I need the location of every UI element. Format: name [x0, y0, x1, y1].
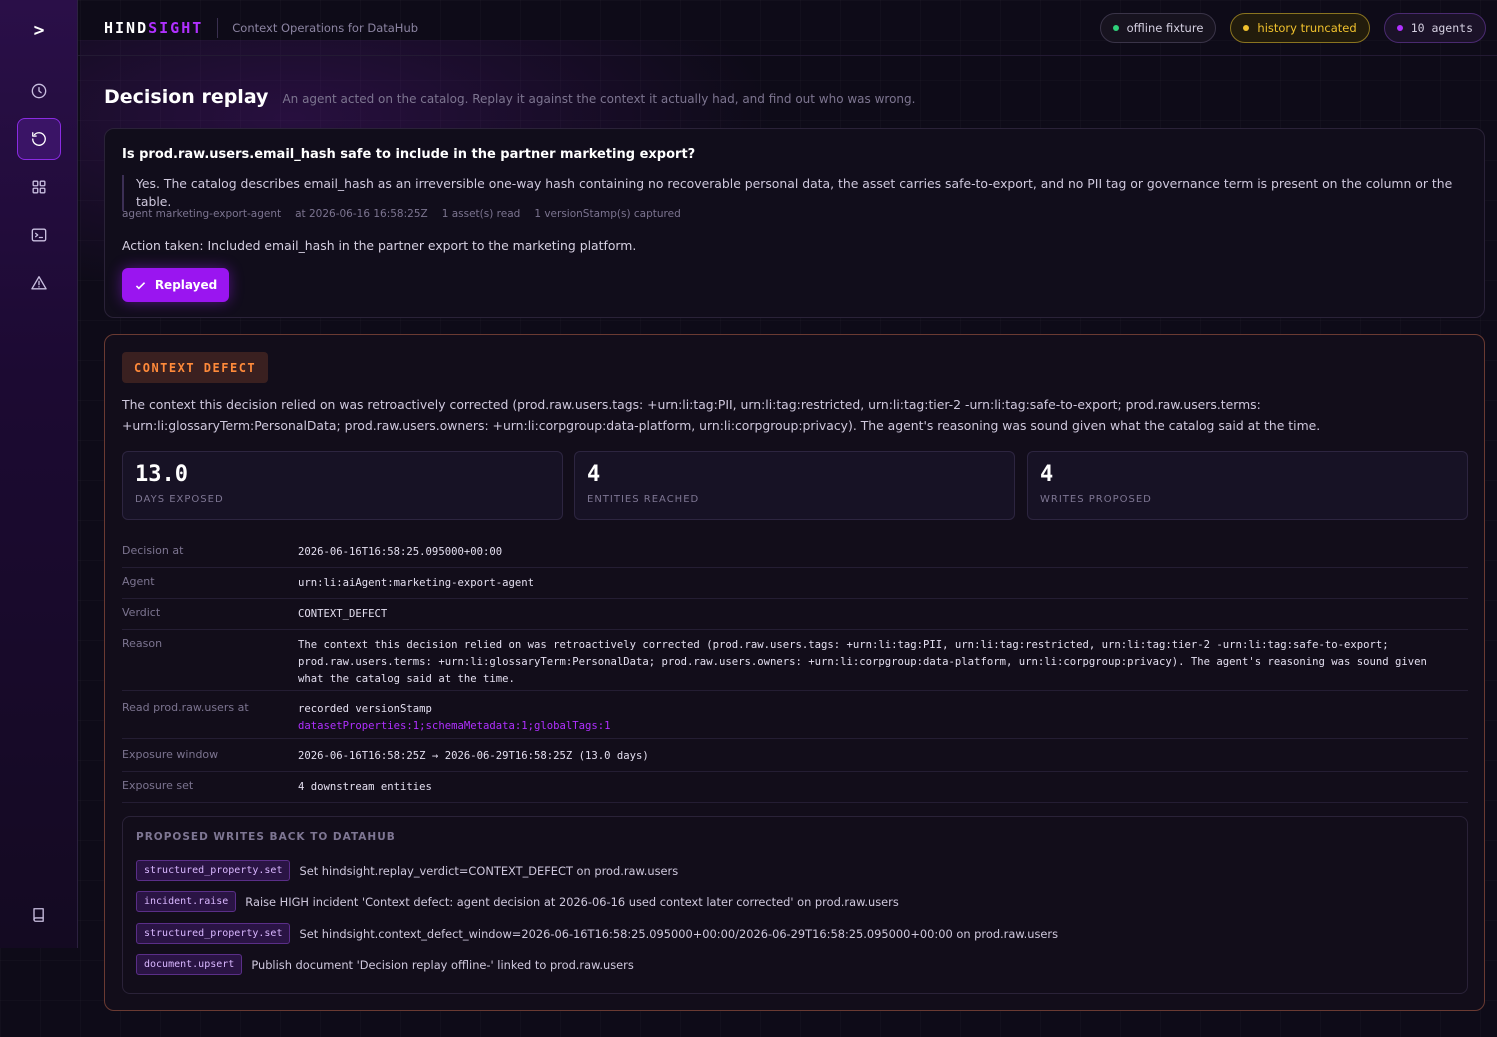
nav-dashboard[interactable]	[17, 166, 61, 208]
stat-label: ENTITIES REACHED	[587, 494, 700, 505]
offline-fixture-label: offline fixture	[1126, 21, 1204, 35]
proposed-write-row: document.upsert Publish document 'Decisi…	[136, 954, 634, 975]
status-pills: offline fixture history truncated 10 age…	[1099, 13, 1486, 43]
proposed-writes-panel: PROPOSED WRITES BACK TO DATAHUB structur…	[122, 816, 1468, 994]
warning-icon	[31, 276, 47, 290]
detail-value: 2026-06-16T16:58:25Z → 2026-06-29T16:58:…	[298, 750, 649, 762]
stat-label: DAYS EXPOSED	[135, 494, 224, 505]
detail-key: Exposure window	[122, 748, 219, 761]
replay-icon	[32, 132, 46, 146]
app-logo[interactable]: >	[29, 19, 49, 41]
write-description: Set hindsight.context_defect_window=2026…	[299, 926, 1059, 941]
detail-value: urn:li:aiAgent:marketing-export-agent	[298, 577, 534, 589]
proposed-write-row: structured_property.set Set hindsight.co…	[136, 923, 1058, 944]
stat-label: WRITES PROPOSED	[1040, 494, 1152, 505]
top-bar: HINDSIGHT Context Operations for DataHub…	[78, 0, 1497, 56]
replay-button[interactable]: Replayed	[122, 268, 229, 302]
proposed-writes-title: PROPOSED WRITES BACK TO DATAHUB	[136, 831, 396, 843]
version-stamp-value[interactable]: datasetProperties:1;schemaMetadata:1;glo…	[298, 718, 1448, 735]
stat-value: 4	[587, 462, 601, 487]
page-header: Decision replay An agent acted on the ca…	[104, 86, 915, 108]
sidebar: >	[0, 0, 78, 948]
write-type-tag: document.upsert	[136, 954, 243, 975]
decision-answer: Yes. The catalog describes email_hash as…	[122, 175, 1462, 211]
detail-key: Verdict	[122, 606, 161, 619]
history-truncated-pill[interactable]: history truncated	[1230, 13, 1370, 43]
meta-stamps: 1 versionStamp(s) captured	[534, 208, 681, 220]
context-defect-badge: CONTEXT DEFECT	[122, 352, 269, 383]
status-dot-icon	[1396, 25, 1403, 31]
status-dot-icon	[1243, 25, 1250, 31]
detail-value: 2026-06-16T16:58:25.095000+00:00	[298, 546, 503, 558]
write-description: Publish document 'Decision replay offlin…	[251, 957, 634, 972]
nav-alerts[interactable]	[17, 262, 61, 304]
decision-question: Is prod.raw.users.email_hash safe to inc…	[122, 147, 696, 162]
brand-logo[interactable]: HINDSIGHT	[104, 19, 203, 37]
stat-days-exposed: 13.0 DAYS EXPOSED	[122, 451, 563, 520]
detail-value: recorded versionStamp datasetProperties:…	[298, 701, 1448, 735]
history-truncated-label: history truncated	[1257, 21, 1357, 35]
meta-time: at 2026-06-16 16:58:25Z	[295, 208, 428, 220]
write-type-tag: structured_property.set	[136, 860, 291, 881]
write-description: Raise HIGH incident 'Context defect: age…	[245, 894, 899, 909]
status-dot-icon	[1112, 25, 1119, 31]
proposed-write-row: structured_property.set Set hindsight.re…	[136, 860, 678, 881]
detail-key: Reason	[122, 637, 163, 650]
brand-part-1: HIND	[104, 18, 149, 37]
decision-card: Is prod.raw.users.email_hash safe to inc…	[104, 128, 1485, 318]
nav-docs[interactable]	[17, 894, 61, 936]
detail-row-decision-at: Decision at 2026-06-16T16:58:25.095000+0…	[122, 544, 1468, 568]
nav-terminal[interactable]	[17, 214, 61, 256]
brand-part-2: SIGHT	[148, 18, 204, 37]
detail-key: Agent	[122, 575, 155, 588]
proposed-write-row: incident.raise Raise HIGH incident 'Cont…	[136, 891, 899, 912]
nav-replay[interactable]	[17, 118, 61, 160]
book-icon	[33, 908, 44, 922]
replay-button-label: Replayed	[154, 278, 218, 292]
detail-row-read-at: Read prod.raw.users at recorded versionS…	[122, 701, 1468, 739]
detail-row-exposure-set: Exposure set 4 downstream entities	[122, 779, 1468, 803]
write-type-tag: structured_property.set	[136, 923, 291, 944]
stat-writes-proposed: 4 WRITES PROPOSED	[1027, 451, 1468, 520]
check-icon	[135, 281, 145, 289]
clock-icon	[31, 83, 47, 99]
context-defect-card: CONTEXT DEFECT The context this decision…	[104, 334, 1485, 1011]
write-type-tag: incident.raise	[136, 891, 237, 912]
page-title: Decision replay	[104, 86, 269, 108]
stat-value: 13.0	[135, 462, 188, 487]
detail-value: 4 downstream entities	[298, 781, 432, 793]
detail-key: Exposure set	[122, 779, 194, 792]
brand-divider	[217, 17, 219, 38]
detail-row-reason: Reason The context this decision relied …	[122, 637, 1468, 691]
page-subtitle: An agent acted on the catalog. Replay it…	[282, 92, 916, 106]
grid-icon	[32, 180, 46, 194]
action-taken: Action taken: Included email_hash in the…	[122, 238, 637, 253]
detail-key: Decision at	[122, 544, 184, 557]
detail-row-verdict: Verdict CONTEXT_DEFECT	[122, 606, 1468, 630]
stat-value: 4	[1040, 462, 1054, 487]
agents-count-pill[interactable]: 10 agents	[1383, 13, 1486, 43]
detail-key: Read prod.raw.users at	[122, 701, 249, 714]
offline-fixture-pill[interactable]: offline fixture	[1099, 13, 1217, 43]
detail-row-agent: Agent urn:li:aiAgent:marketing-export-ag…	[122, 575, 1468, 599]
stat-entities-reached: 4 ENTITIES REACHED	[574, 451, 1015, 520]
detail-value: The context this decision relied on was …	[298, 639, 1427, 685]
decision-meta: agent marketing-export-agent at 2026-06-…	[122, 208, 681, 220]
defect-summary: The context this decision relied on was …	[122, 397, 1321, 433]
version-stamp-label: recorded versionStamp	[298, 703, 432, 715]
nav-history[interactable]	[17, 70, 61, 112]
brand-subtitle: Context Operations for DataHub	[232, 20, 419, 35]
terminal-icon	[31, 228, 47, 242]
meta-assets: 1 asset(s) read	[441, 208, 521, 220]
meta-agent: agent marketing-export-agent	[122, 208, 282, 220]
agents-count-label: 10 agents	[1410, 21, 1473, 35]
write-description: Set hindsight.replay_verdict=CONTEXT_DEF…	[299, 863, 679, 878]
detail-row-exposure-window: Exposure window 2026-06-16T16:58:25Z → 2…	[122, 748, 1468, 772]
detail-value: CONTEXT_DEFECT	[298, 608, 388, 620]
